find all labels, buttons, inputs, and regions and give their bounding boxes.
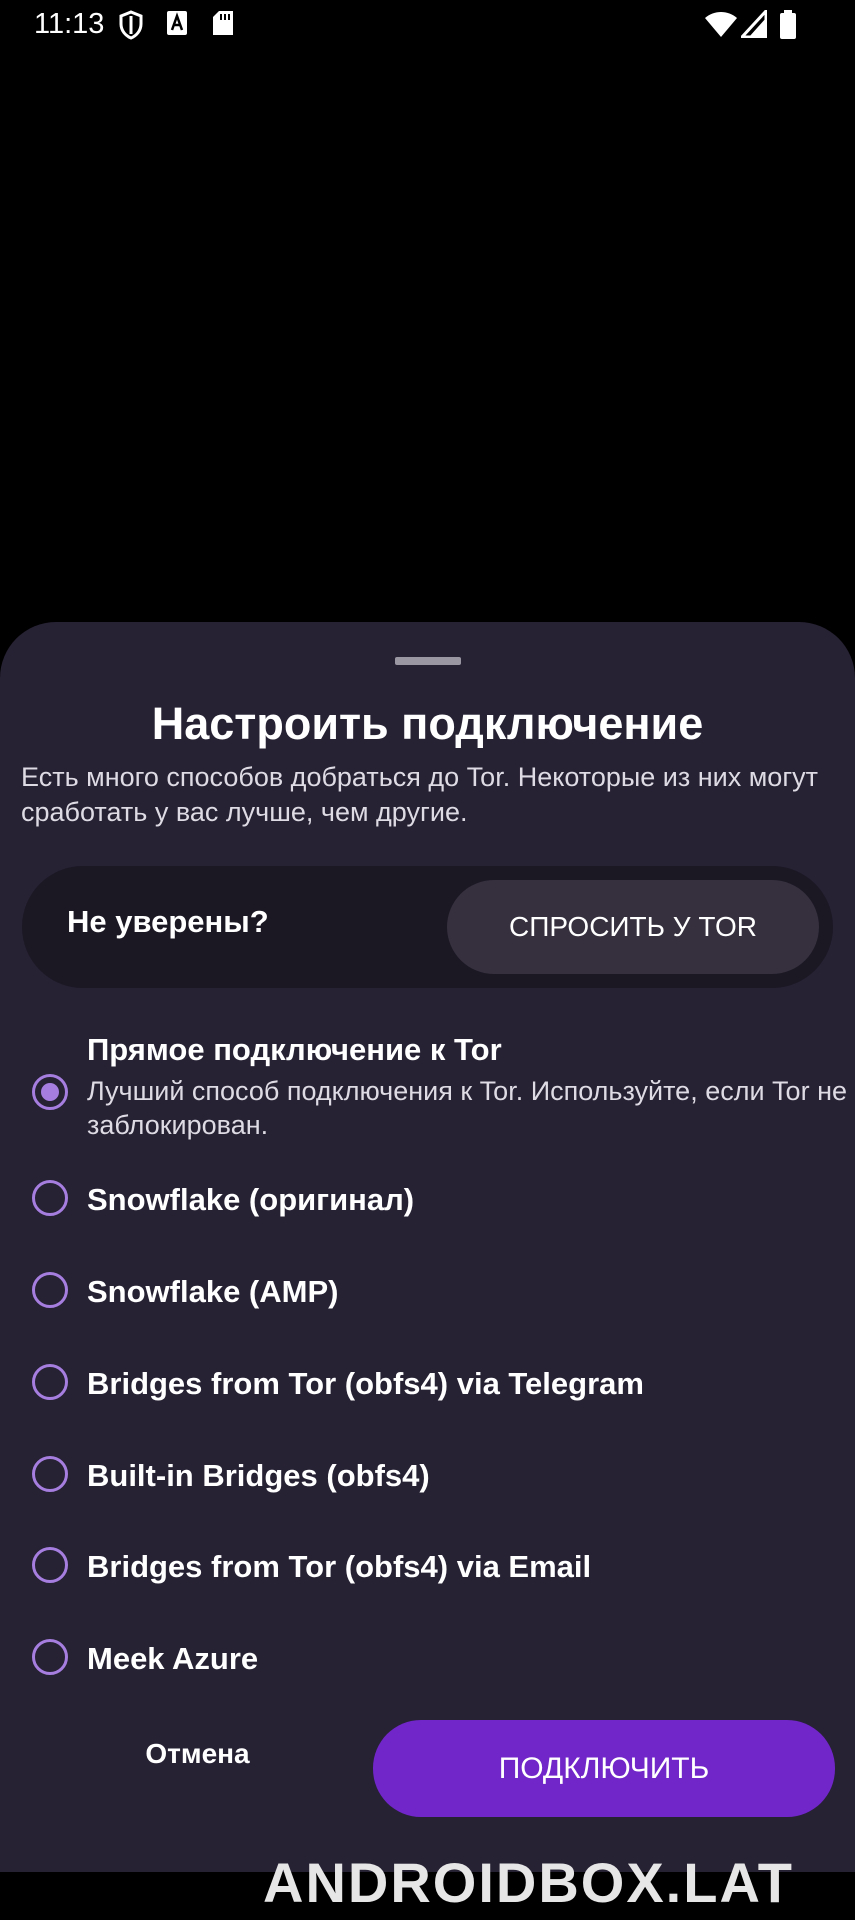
option-snowflake-original[interactable]: Snowflake (оригинал) [30, 1178, 840, 1228]
option-label: Snowflake (оригинал) [87, 1182, 415, 1217]
ask-tor-button[interactable]: СПРОСИТЬ У TOR [447, 880, 819, 974]
connection-sheet: Настроить подключение Есть много способо… [0, 622, 855, 1872]
battery-icon [780, 10, 796, 39]
option-label: Прямое подключение к Tor [87, 1032, 502, 1067]
radio-button[interactable] [32, 1364, 68, 1400]
connect-button[interactable]: ПОДКЛЮЧИТЬ [373, 1720, 835, 1817]
status-bar: 11:13 [0, 0, 855, 50]
status-time: 11:13 [34, 8, 105, 40]
sheet-title: Настроить подключение [151, 698, 704, 749]
option-builtin-bridges[interactable]: Built-in Bridges (obfs4) [30, 1454, 840, 1504]
cancel-button[interactable]: Отмена [100, 1724, 295, 1784]
option-meek-azure[interactable]: Meek Azure [30, 1637, 840, 1687]
watermark: ANDROIDBOX.LAT [263, 1851, 794, 1914]
radio-button[interactable] [32, 1456, 68, 1492]
option-label: Bridges from Tor (obfs4) via Email [87, 1549, 592, 1584]
ask-tor-card: Не уверены? СПРОСИТЬ У TOR [22, 866, 833, 988]
option-label: Snowflake (AMP) [87, 1274, 339, 1309]
signal-icon [741, 10, 767, 38]
option-direct-connection[interactable]: Прямое подключение к Tor Лучший способ п… [30, 1032, 847, 1142]
shield-icon [119, 10, 143, 40]
sd-card-icon [213, 11, 233, 35]
radio-button[interactable] [32, 1180, 68, 1216]
option-bridges-email[interactable]: Bridges from Tor (obfs4) via Email [30, 1545, 840, 1595]
radio-button[interactable] [32, 1547, 68, 1583]
radio-button[interactable] [32, 1272, 68, 1308]
radio-button[interactable] [32, 1639, 68, 1675]
option-snowflake-amp[interactable]: Snowflake (AMP) [30, 1270, 840, 1320]
option-description: Лучший способ подключения к Tor. Использ… [87, 1076, 847, 1140]
sheet-subtitle: Есть много способов добраться до Tor. Не… [21, 762, 819, 827]
option-label: Built-in Bridges (obfs4) [87, 1458, 430, 1493]
font-a-icon [167, 11, 187, 35]
option-bridges-telegram[interactable]: Bridges from Tor (obfs4) via Telegram [30, 1362, 840, 1412]
option-label: Bridges from Tor (obfs4) via Telegram [87, 1366, 644, 1401]
wifi-icon [705, 12, 737, 37]
not-sure-label: Не уверены? [67, 904, 269, 939]
drag-handle[interactable] [395, 657, 461, 665]
option-label: Meek Azure [87, 1641, 259, 1676]
radio-button[interactable] [32, 1074, 68, 1110]
